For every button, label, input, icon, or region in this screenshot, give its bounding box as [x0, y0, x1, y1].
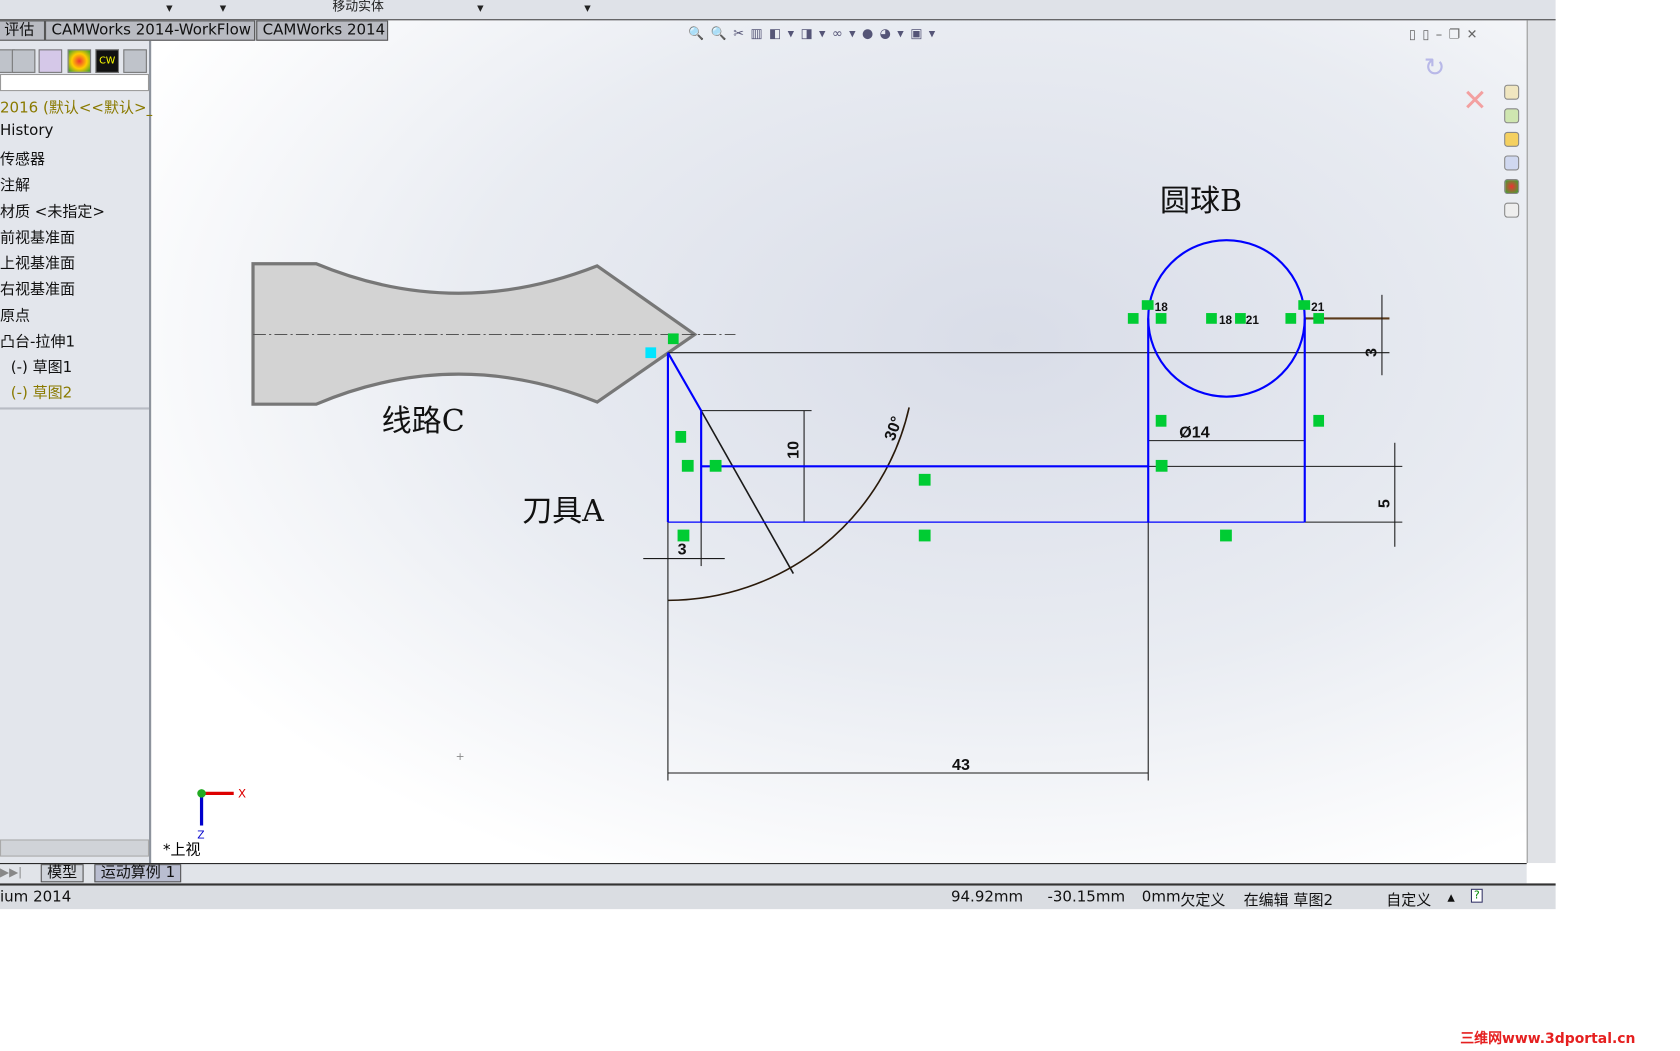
- feature-manager-panel: CW 2016 (默认<<默认>_显 History 传感器 注解 材质 <未指…: [0, 40, 169, 864]
- display-manager-icon[interactable]: [123, 49, 147, 73]
- tree-item-history[interactable]: History: [0, 122, 53, 139]
- tab-motion-study[interactable]: 运动算例 1: [94, 864, 182, 883]
- status-x: 94.92mm: [950, 888, 1024, 906]
- label-tool-a: 刀具A: [522, 493, 604, 529]
- tree-item-sketch2[interactable]: (-) 草图2: [11, 382, 72, 403]
- appearances-icon[interactable]: [1504, 179, 1520, 195]
- tree-item-material[interactable]: 材质 <未指定>: [0, 200, 105, 221]
- tree-item-boss-extrude1[interactable]: 凸台-拉伸1: [0, 330, 75, 351]
- command-tabs: 评估 CAMWorks 2014-WorkFlow CAMWorks 2014: [0, 20, 389, 41]
- tree-item-right-plane[interactable]: 右视基准面: [0, 278, 75, 299]
- tree-filter-input[interactable]: [0, 73, 150, 92]
- camworks-icon[interactable]: CW: [95, 49, 120, 73]
- tab-model[interactable]: 模型: [40, 864, 84, 883]
- tab-evaluate[interactable]: 评估: [0, 20, 46, 41]
- status-app: ium 2014: [0, 888, 72, 906]
- property-manager-icon[interactable]: [11, 49, 36, 73]
- task-pane: [1504, 20, 1556, 864]
- configuration-icon[interactable]: [38, 49, 63, 73]
- view-orientation-label: *上视: [162, 841, 201, 859]
- design-library-icon[interactable]: [1504, 108, 1520, 124]
- dropdown-arrow[interactable]: ▾: [477, 0, 483, 15]
- dropdown-arrow[interactable]: ▾: [220, 0, 226, 15]
- label-ball-b: 圆球B: [1160, 183, 1243, 219]
- heads-up-view-toolbar[interactable]: 🔍🔍✂▥◧▾◨▾∞▾●◕▾▣▾: [688, 26, 941, 41]
- custom-properties-icon[interactable]: [1504, 202, 1520, 218]
- status-y: -30.15mm: [1047, 888, 1126, 906]
- horizontal-scrollbar[interactable]: [0, 839, 150, 857]
- tree-item-top-plane[interactable]: 上视基准面: [0, 252, 75, 273]
- window-controls[interactable]: ▯▯–❐✕: [1409, 27, 1484, 42]
- appearance-icon[interactable]: [67, 49, 92, 73]
- tree-item-sketch1[interactable]: (-) 草图1: [11, 356, 72, 377]
- move-entity-button[interactable]: 移动实体: [332, 0, 383, 15]
- status-definition: 欠定义: [1180, 891, 1226, 910]
- tree-item-front-plane[interactable]: 前视基准面: [0, 226, 75, 247]
- status-z: 0mm: [1141, 888, 1181, 906]
- units-selector[interactable]: 自定义: [1386, 889, 1431, 910]
- file-explorer-icon[interactable]: [1504, 131, 1520, 147]
- graphics-viewport[interactable]: 🔍🔍✂▥◧▾◨▾∞▾●◕▾▣▾ ▯▯–❐✕ ✕ ↻ 线路C 刀具A 圆球B *上…: [152, 20, 1527, 864]
- divider: [0, 407, 150, 410]
- tab-scroll-arrows[interactable]: ▶▶|: [0, 865, 22, 879]
- bottom-tabs: ▶▶| 模型 运动算例 1: [0, 863, 1527, 884]
- view-palette-icon[interactable]: [1504, 155, 1520, 171]
- help-icon[interactable]: ?: [1470, 888, 1483, 903]
- label-route-c: 线路C: [381, 403, 465, 439]
- status-bar: ium 2014 94.92mm -30.15mm 0mm 欠定义 在编辑 草图…: [0, 883, 1556, 910]
- dropdown-arrow[interactable]: ▾: [166, 0, 172, 15]
- watermark: 三维网www.3dportal.cn: [1460, 1031, 1636, 1048]
- command-toolbar: 移动实体 ▾ ▾ ▾ ▾: [0, 0, 1556, 21]
- tree-item-annotations[interactable]: 注解: [0, 174, 30, 195]
- units-arrow-icon[interactable]: ▲: [1447, 893, 1454, 904]
- tab-camworks-workflow[interactable]: CAMWorks 2014-WorkFlow: [45, 20, 256, 41]
- tree-root[interactable]: 2016 (默认<<默认>_显: [0, 96, 169, 117]
- exit-sketch-cancel-icon[interactable]: ✕: [1462, 83, 1487, 118]
- tree-item-sensors[interactable]: 传感器: [0, 148, 45, 169]
- exit-sketch-icon[interactable]: ↻: [1424, 53, 1446, 83]
- status-mode: 在编辑 草图2: [1243, 891, 1334, 910]
- tree-item-origin[interactable]: 原点: [0, 304, 30, 325]
- home-icon[interactable]: [1504, 84, 1520, 100]
- tab-camworks[interactable]: CAMWorks 2014: [256, 20, 389, 41]
- dropdown-arrow[interactable]: ▾: [584, 0, 590, 15]
